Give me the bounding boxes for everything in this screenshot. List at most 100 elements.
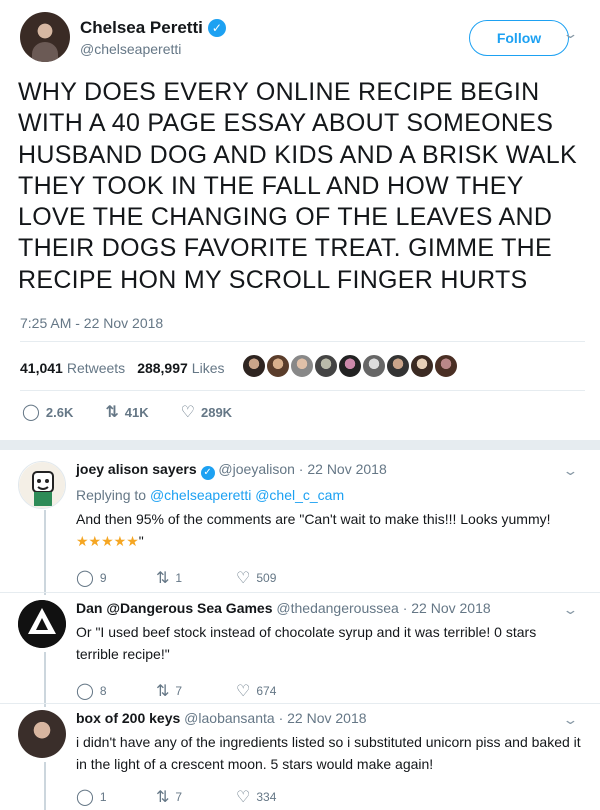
replying-label: Replying to [76,487,147,503]
reply-date[interactable]: 22 Nov 2018 [287,710,366,726]
tweet-actions: ◯ 2.6K ⇅ 41K ♡ 289K [22,402,264,422]
reply-count: 2.6K [45,404,74,420]
tweet-header: Chelsea Peretti ✓ @chelseaperetti Follow… [20,12,585,64]
retweet-count: 7 [175,684,183,698]
reply-text-tail: " [138,533,144,549]
reply-header: joey alison sayers ✓ @joeyalison · 22 No… [76,461,387,480]
avatar[interactable] [265,353,291,379]
tweet-stats: 41,041 Retweets 288,997 Likes [20,356,224,380]
reply-count: 1 [99,790,107,804]
section-separator [0,440,600,450]
star-rating: ★★★★★ [76,533,139,549]
reply-actions: ◯ 8 ⇅ 7 ♡ 674 [76,681,581,701]
likes-label: Likes [191,360,225,376]
avatar[interactable] [313,353,339,379]
retweet-icon: ⇅ [105,404,119,421]
heart-icon: ♡ [236,789,251,806]
reply-text: Or "I used beef stock instead of chocola… [76,624,537,662]
reply-author-handle[interactable]: @laobansanta [184,710,275,726]
avatar[interactable] [241,353,267,379]
like-count: 289K [200,404,233,420]
reply-text-body: And then 95% of the comments are "Can't … [76,511,551,527]
retweet-button[interactable]: ⇅ 1 [156,568,236,588]
avatar[interactable] [337,353,363,379]
likes-stat[interactable]: 288,997 Likes [137,360,224,376]
tweet-timestamp[interactable]: 7:25 AM - 22 Nov 2018 [20,315,163,331]
heart-icon: ♡ [236,683,251,700]
retweets-stat[interactable]: 41,041 Retweets [20,360,125,376]
liker-avatars [241,353,459,379]
chevron-down-icon[interactable]: ⌄ [562,712,578,728]
like-button[interactable]: ♡ 509 [236,568,316,588]
chevron-down-icon[interactable]: ⌄ [562,463,578,479]
reply-button[interactable]: ◯ 1 [76,787,156,807]
avatar[interactable] [20,12,70,62]
heart-icon: ♡ [236,570,251,587]
avatar[interactable] [361,353,387,379]
retweet-icon: ⇅ [156,683,170,700]
avatar[interactable] [289,353,315,379]
replying-to: Replying to @chelseaperetti @chel_c_cam [76,487,581,503]
like-button[interactable]: ♡ 674 [236,681,316,701]
like-count: 509 [256,571,277,585]
reply-date[interactable]: 22 Nov 2018 [307,461,386,477]
reply-author-name[interactable]: Dan @Dangerous Sea Games [76,600,273,616]
divider [0,592,600,593]
reply-author-handle[interactable]: @joeyalison [218,461,294,477]
reply-author-name[interactable]: box of 200 keys [76,710,180,726]
avatar[interactable] [18,600,66,648]
reply-header: box of 200 keys @laobansanta · 22 Nov 20… [76,710,367,726]
retweets-count: 41,041 [20,360,63,376]
reply-actions: ◯ 1 ⇅ 7 ♡ 334 [76,787,581,807]
divider [0,703,600,704]
reply-button[interactable]: ◯ 9 [76,568,156,588]
like-count: 334 [256,790,277,804]
likes-count: 288,997 [137,360,188,376]
reply-icon: ◯ [22,404,40,421]
thread-line [44,510,46,595]
reply-text: i didn't have any of the ingredients lis… [76,734,581,772]
avatar[interactable] [18,461,66,509]
retweet-icon: ⇅ [156,789,170,806]
divider [20,341,585,342]
like-button[interactable]: ♡ 334 [236,787,316,807]
retweet-button[interactable]: ⇅ 41K [105,402,148,422]
reply-author-name[interactable]: joey alison sayers [76,461,197,477]
reply-button[interactable]: ◯ 2.6K [22,402,73,422]
follow-button[interactable]: Follow [469,20,569,56]
avatar[interactable] [409,353,435,379]
reply-header: Dan @Dangerous Sea Games @thedangerousse… [76,600,491,616]
reply-count: 8 [99,684,107,698]
retweet-button[interactable]: ⇅ 7 [156,787,236,807]
divider [20,390,585,391]
avatar[interactable] [433,353,459,379]
reply-count: 9 [99,571,107,585]
reply-author-handle[interactable]: @thedangeroussea [276,600,398,616]
reply-icon: ◯ [76,570,94,587]
avatar[interactable] [18,710,66,758]
thread-line [44,652,46,707]
retweets-label: Retweets [66,360,126,376]
like-count: 674 [256,684,277,698]
retweet-count: 41K [124,404,149,420]
avatar[interactable] [385,353,411,379]
author-block: Chelsea Peretti ✓ @chelseaperetti [80,18,226,57]
reply-text: And then 95% of the comments are "Can't … [76,508,581,552]
reply-actions: ◯ 9 ⇅ 1 ♡ 509 [76,568,581,588]
tweet-text: WHY DOES EVERY ONLINE RECIPE BEGIN WITH … [18,78,577,294]
author-handle[interactable]: @chelseaperetti [80,41,226,57]
retweet-count: 7 [175,790,183,804]
retweet-icon: ⇅ [156,570,170,587]
reply-button[interactable]: ◯ 8 [76,681,156,701]
reply-date[interactable]: 22 Nov 2018 [411,600,490,616]
verified-icon: ✓ [207,19,226,37]
heart-icon: ♡ [180,404,195,421]
reply-icon: ◯ [76,789,94,806]
chevron-down-icon[interactable]: ⌄ [562,26,578,42]
reply-icon: ◯ [76,683,94,700]
replying-to-handles[interactable]: @chelseaperetti @chel_c_cam [150,487,344,503]
like-button[interactable]: ♡ 289K [181,402,232,422]
chevron-down-icon[interactable]: ⌄ [562,602,578,618]
retweet-button[interactable]: ⇅ 7 [156,681,236,701]
author-name[interactable]: Chelsea Peretti [80,18,203,38]
